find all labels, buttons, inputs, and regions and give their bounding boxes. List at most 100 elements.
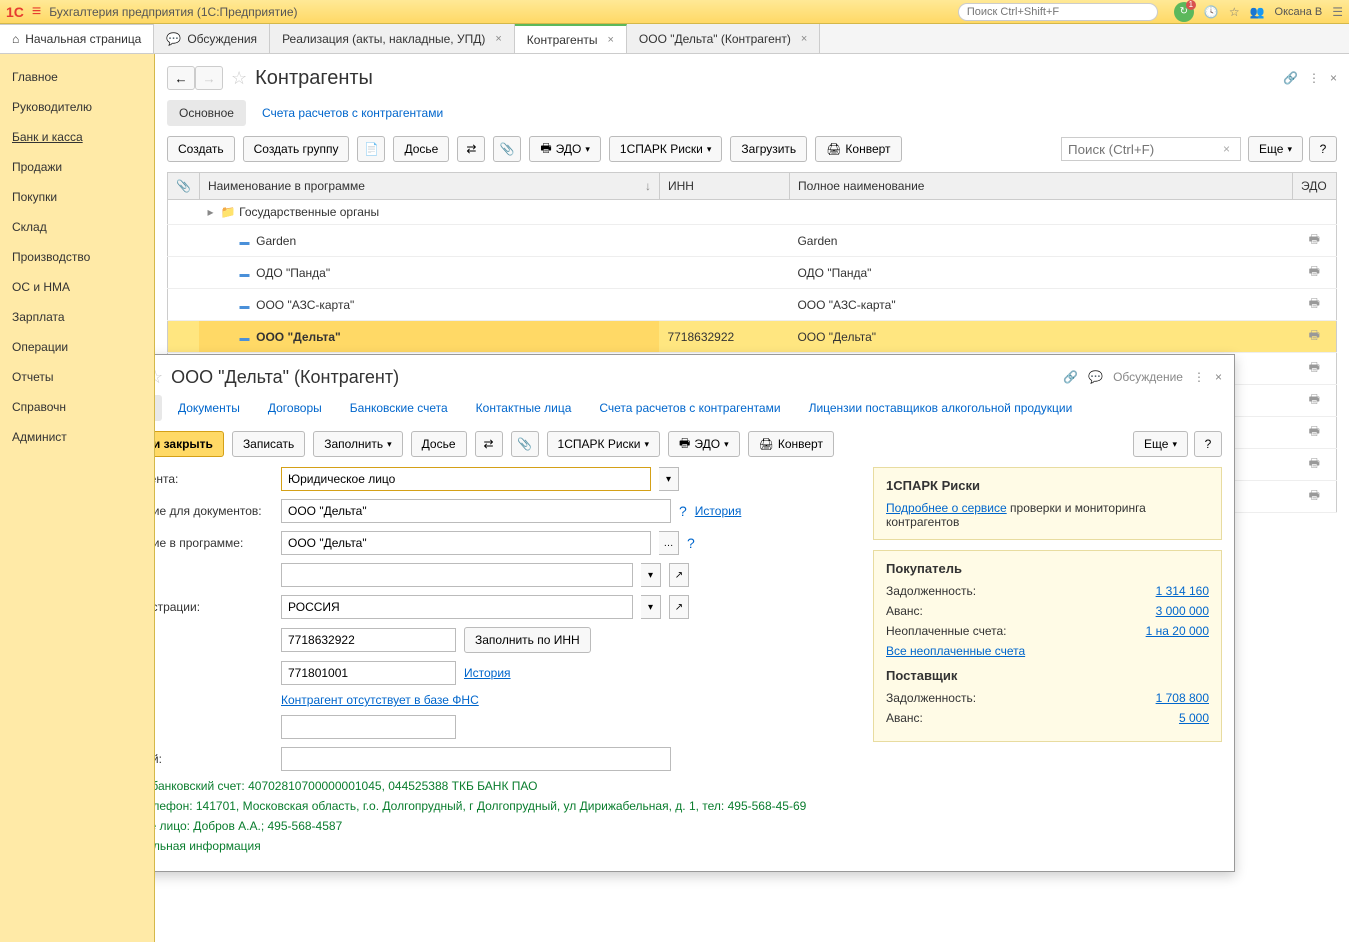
refresh-button[interactable]: 📄 (357, 136, 385, 162)
sidebar-item-main[interactable]: Главное (0, 62, 154, 92)
user-label[interactable]: Оксана В (1275, 6, 1323, 18)
fill-by-inn-button[interactable]: Заполнить по ИНН (464, 627, 591, 653)
create-group-button[interactable]: Создать группу (243, 136, 350, 162)
docname-input[interactable] (281, 499, 671, 523)
spark-link[interactable]: Подробнее о сервисе (886, 501, 1007, 515)
global-search-input[interactable] (958, 3, 1158, 21)
dropdown-button[interactable]: ▾ (641, 563, 661, 587)
favorite-star-icon[interactable]: ☆ (155, 367, 163, 388)
ellipsis-button[interactable]: … (659, 531, 679, 555)
close-icon[interactable]: × (801, 33, 807, 45)
bank-account-row[interactable]: ›Основной банковский счет: 4070281070000… (155, 779, 853, 793)
msubnav-bank[interactable]: Банковские счета (338, 395, 460, 421)
edo-status-icon[interactable]: 🖶 (1309, 264, 1320, 278)
sidebar-item-warehouse[interactable]: Склад (0, 212, 154, 242)
help-icon[interactable]: ? (679, 503, 687, 519)
open-button[interactable]: ↗ (669, 563, 689, 587)
s-debt-value[interactable]: 1 708 800 (1156, 691, 1209, 705)
comment-input[interactable] (281, 747, 671, 771)
discuss-label[interactable]: Обсуждение (1113, 370, 1183, 384)
table-row-selected[interactable]: ▬ ООО "Дельта" 7718632922 ООО "Дельта" 🖶 (168, 321, 1337, 353)
dropdown-button[interactable]: ▾ (659, 467, 679, 491)
table-folder-row[interactable]: ▸ 📁 Государственные органы (168, 200, 1337, 225)
help-button[interactable]: ? (1309, 136, 1337, 162)
attach-button[interactable]: 📎 (511, 431, 539, 457)
edo-status-icon[interactable]: 🖶 (1309, 328, 1320, 342)
edo-status-icon[interactable]: 🖶 (1309, 488, 1320, 502)
tab-delta[interactable]: ООО "Дельта" (Контрагент) × (627, 24, 820, 53)
table-row[interactable]: ▬ Garden Garden 🖶 (168, 225, 1337, 257)
msubnav-contracts[interactable]: Договоры (256, 395, 334, 421)
history-icon[interactable]: 🕓 (1204, 5, 1219, 19)
all-unpaid-link[interactable]: Все неоплаченные счета (886, 644, 1025, 658)
help-button[interactable]: ? (1194, 431, 1222, 457)
users-icon[interactable]: 👥 (1250, 5, 1265, 19)
dossier-button[interactable]: Досье (393, 136, 449, 162)
subnav-accounts[interactable]: Счета расчетов с контрагентами (250, 100, 455, 126)
sidebar-item-os-nma[interactable]: ОС и НМА (0, 272, 154, 302)
close-icon[interactable]: × (495, 33, 501, 45)
kpp-input[interactable] (281, 661, 456, 685)
sidebar-item-purchases[interactable]: Покупки (0, 182, 154, 212)
sidebar-item-directories[interactable]: Справочн (0, 392, 154, 422)
swap-button[interactable]: ⇄ (475, 431, 503, 457)
fill-button[interactable]: Заполнить ▾ (313, 431, 402, 457)
s-advance-value[interactable]: 5 000 (1179, 711, 1209, 725)
more-button[interactable]: Еще ▾ (1248, 136, 1303, 162)
close-icon[interactable]: × (1330, 71, 1337, 85)
type-input[interactable] (281, 467, 651, 491)
edo-status-icon[interactable]: 🖶 (1309, 296, 1320, 310)
table-row[interactable]: ▬ ОДО "Панда" ОДО "Панда" 🖶 (168, 257, 1337, 289)
notifications-badge[interactable]: ↻ (1174, 2, 1194, 22)
history-link[interactable]: История (695, 504, 742, 518)
create-button[interactable]: Создать (167, 136, 235, 162)
attach-button[interactable]: 📎 (493, 136, 521, 162)
discuss-icon[interactable]: 💬 (1088, 370, 1103, 384)
tab-home[interactable]: ⌂ Начальная страница (0, 24, 154, 53)
sidebar-item-production[interactable]: Производство (0, 242, 154, 272)
subnav-main[interactable]: Основное (167, 100, 246, 126)
msubnav-main[interactable]: Основное (155, 395, 162, 421)
favorite-star-icon[interactable]: ☆ (231, 68, 247, 89)
help-icon[interactable]: ? (687, 535, 695, 551)
dossier-button[interactable]: Досье (411, 431, 467, 457)
tab-contragents[interactable]: Контрагенты × (515, 24, 627, 53)
more-button[interactable]: Еще ▾ (1133, 431, 1188, 457)
edo-button[interactable]: 🖶 ЭДО ▾ (529, 136, 601, 162)
more-icon[interactable]: ⋮ (1308, 71, 1320, 85)
spark-button[interactable]: 1СПАРК Риски ▾ (609, 136, 723, 162)
tab-discussions[interactable]: 💬 Обсуждения (154, 24, 270, 53)
inn-input[interactable] (281, 628, 456, 652)
nav-forward-button[interactable]: → (195, 66, 223, 90)
sidebar-item-salary[interactable]: Зарплата (0, 302, 154, 332)
col-inn[interactable]: ИНН (659, 173, 789, 200)
history-link[interactable]: История (464, 666, 511, 680)
spark-button[interactable]: 1СПАРК Риски ▾ (547, 431, 661, 457)
fns-link[interactable]: Контрагент отсутствует в базе ФНС (281, 693, 479, 707)
close-icon[interactable]: × (1215, 370, 1222, 384)
edo-status-icon[interactable]: 🖶 (1309, 424, 1320, 438)
msubnav-licenses[interactable]: Лицензии поставщиков алкогольной продукц… (797, 395, 1085, 421)
contact-row[interactable]: ›Контактное лицо: Добров А.А.; 495-568-4… (155, 819, 853, 833)
advance-value[interactable]: 3 000 000 (1156, 604, 1209, 618)
sidebar-item-operations[interactable]: Операции (0, 332, 154, 362)
extra-info-row[interactable]: ›Дополнительная информация (155, 839, 853, 853)
sidebar-item-manager[interactable]: Руководителю (0, 92, 154, 122)
col-edo[interactable]: ЭДО (1293, 173, 1337, 200)
tab-realization[interactable]: Реализация (акты, накладные, УПД) × (270, 24, 515, 53)
msubnav-contacts[interactable]: Контактные лица (464, 395, 584, 421)
swap-button[interactable]: ⇄ (457, 136, 485, 162)
list-search-input[interactable] (1061, 137, 1241, 161)
open-button[interactable]: ↗ (669, 595, 689, 619)
msubnav-docs[interactable]: Документы (166, 395, 252, 421)
more-icon[interactable]: ⋮ (1193, 370, 1205, 384)
load-button[interactable]: Загрузить (730, 136, 807, 162)
dropdown-button[interactable]: ▾ (641, 595, 661, 619)
sidebar-item-bank[interactable]: Банк и касса (0, 122, 154, 152)
edo-status-icon[interactable]: 🖶 (1309, 360, 1320, 374)
table-row[interactable]: ▬ ООО "АЗС-карта" ООО "АЗС-карта" 🖶 (168, 289, 1337, 321)
envelope-button[interactable]: 🖨 Конверт (748, 431, 834, 457)
star-icon[interactable]: ☆ (1229, 5, 1240, 19)
nav-back-button[interactable]: ← (167, 66, 195, 90)
group-input[interactable] (281, 563, 633, 587)
